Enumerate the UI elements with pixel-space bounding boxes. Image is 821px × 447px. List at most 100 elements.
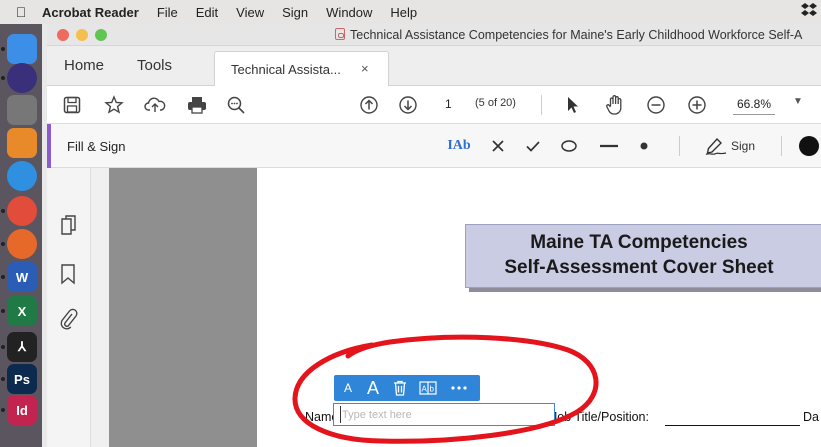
dock-running-indicator: [1, 76, 5, 80]
dock-app-launchpad-icon[interactable]: [7, 95, 37, 125]
fill-sign-accent: [47, 124, 51, 168]
ellipse-icon: [561, 140, 577, 152]
tab-close-button[interactable]: ×: [361, 61, 369, 76]
sign-tool[interactable]: [703, 134, 729, 158]
menu-edit[interactable]: Edit: [196, 5, 218, 20]
fill-sign-divider: [679, 136, 680, 156]
dock-app-photoshop-icon[interactable]: Ps: [7, 364, 37, 394]
tab-tools[interactable]: Tools: [137, 57, 172, 74]
tab-document-label: Technical Assista...: [231, 62, 341, 77]
check-mark-tool[interactable]: [523, 134, 543, 158]
dock-running-indicator: [1, 377, 5, 381]
svg-text:b: b: [430, 385, 435, 394]
dock-running-indicator: [1, 209, 5, 213]
left-navigation-rail: [47, 168, 91, 447]
page-count: (5 of 20): [475, 97, 516, 109]
zoom-out-button[interactable]: [644, 93, 668, 117]
ellipsis-icon: [451, 386, 467, 390]
dock-running-indicator: [1, 47, 5, 51]
menu-help[interactable]: Help: [390, 5, 417, 20]
left-panel-gutter: [91, 168, 109, 447]
cursor-arrow-icon: [568, 97, 578, 113]
select-tool-button[interactable]: [562, 93, 584, 117]
text-field-popup-toolbar: A A Ab: [334, 375, 480, 401]
dock-app-siri-icon[interactable]: [7, 63, 37, 93]
job-title-label: Job Title/Position:: [551, 410, 649, 424]
apple-icon[interactable]: : [0, 4, 42, 20]
delete-button[interactable]: [390, 375, 410, 401]
more-options-button[interactable]: [447, 375, 471, 401]
window-title: Technical Assistance Competencies for Ma…: [335, 28, 802, 42]
next-page-button[interactable]: [396, 93, 420, 117]
zoom-window-button[interactable]: [95, 29, 107, 41]
magnifier-icon: [227, 96, 245, 114]
tab-document[interactable]: Technical Assista... ×: [214, 51, 389, 87]
fill-sign-toolbar: Fill & Sign IAb Sign: [47, 124, 821, 168]
zoom-dropdown-icon[interactable]: ▼: [793, 96, 803, 107]
dock-running-indicator: [1, 275, 5, 279]
comb-text-icon: Ab: [419, 381, 437, 395]
pen-signature-icon: [705, 137, 727, 156]
zoom-level[interactable]: 66.8%: [737, 97, 771, 111]
main-toolbar: 1 (5 of 20) 66.8% ▼: [47, 86, 821, 124]
dock-app-indesign-icon[interactable]: Id: [7, 395, 37, 425]
heading-line-2: Self-Assessment Cover Sheet: [504, 257, 774, 278]
tab-home[interactable]: Home: [64, 57, 104, 74]
dock-app-excel-icon[interactable]: X: [7, 296, 37, 326]
previous-page-button[interactable]: [357, 93, 381, 117]
dock-app-calculator-icon[interactable]: [7, 128, 37, 158]
name-text-field[interactable]: [333, 403, 555, 426]
hand-icon: [606, 95, 622, 115]
line-tool[interactable]: [597, 134, 621, 158]
print-button[interactable]: [185, 93, 209, 117]
minimize-window-button[interactable]: [76, 29, 88, 41]
save-button[interactable]: [60, 93, 84, 117]
ellipse-tool[interactable]: [558, 134, 580, 158]
date-label: Da: [803, 410, 819, 424]
menu-sign[interactable]: Sign: [282, 5, 308, 20]
add-text-tool[interactable]: IAb: [445, 134, 473, 158]
cross-mark-tool[interactable]: [488, 134, 508, 158]
ink-color-swatch[interactable]: [799, 136, 819, 156]
bookmark-star-button[interactable]: [102, 93, 126, 117]
dock-app-safari-icon[interactable]: [7, 161, 37, 191]
menu-app-name[interactable]: Acrobat Reader: [42, 5, 139, 20]
attachments-button[interactable]: [59, 308, 79, 330]
dock-app-chrome-icon[interactable]: [7, 196, 37, 226]
page-number-input[interactable]: 1: [445, 97, 452, 111]
increase-font-size-button[interactable]: A: [363, 375, 383, 401]
zoom-in-button[interactable]: [685, 93, 709, 117]
sign-label[interactable]: Sign: [731, 139, 755, 153]
bookmark-icon: [61, 264, 75, 285]
decrease-font-size-button[interactable]: A: [340, 375, 356, 401]
dropbox-icon[interactable]: [801, 3, 817, 20]
menu-bar:  Acrobat Reader File Edit View Sign Win…: [0, 0, 821, 24]
menu-view[interactable]: View: [236, 5, 264, 20]
line-icon: [600, 144, 618, 148]
window-title-text: Technical Assistance Competencies for Ma…: [350, 28, 803, 42]
upload-cloud-button[interactable]: [143, 93, 167, 117]
save-icon: [63, 96, 81, 114]
menu-window[interactable]: Window: [326, 5, 372, 20]
menu-file[interactable]: File: [157, 5, 178, 20]
toolbar-divider: [541, 95, 542, 115]
dock-app-firefox-icon[interactable]: [7, 229, 37, 259]
bookmarks-button[interactable]: [59, 263, 79, 285]
add-text-label: IAb: [447, 138, 471, 153]
page-thumbnails-icon: [61, 215, 76, 235]
page-thumbnails-button[interactable]: [59, 214, 79, 236]
cross-icon: [492, 140, 504, 152]
dock-app-acrobat-icon[interactable]: ⅄: [7, 332, 37, 362]
zoom-search-button[interactable]: [224, 93, 248, 117]
dock-app-finder-icon[interactable]: [7, 34, 37, 64]
name-text-input[interactable]: [340, 406, 540, 423]
hand-tool-button[interactable]: [603, 93, 627, 117]
dot-tool[interactable]: [636, 134, 652, 158]
dock: W X ⅄ Ps Id: [0, 24, 42, 447]
cover-sheet-heading: Maine TA Competencies Self-Assessment Co…: [465, 224, 821, 288]
minus-circle-icon: [647, 96, 665, 114]
comb-field-button[interactable]: Ab: [417, 375, 439, 401]
arrow-up-circle-icon: [360, 96, 378, 114]
dock-app-word-icon[interactable]: W: [7, 262, 37, 292]
close-window-button[interactable]: [57, 29, 69, 41]
